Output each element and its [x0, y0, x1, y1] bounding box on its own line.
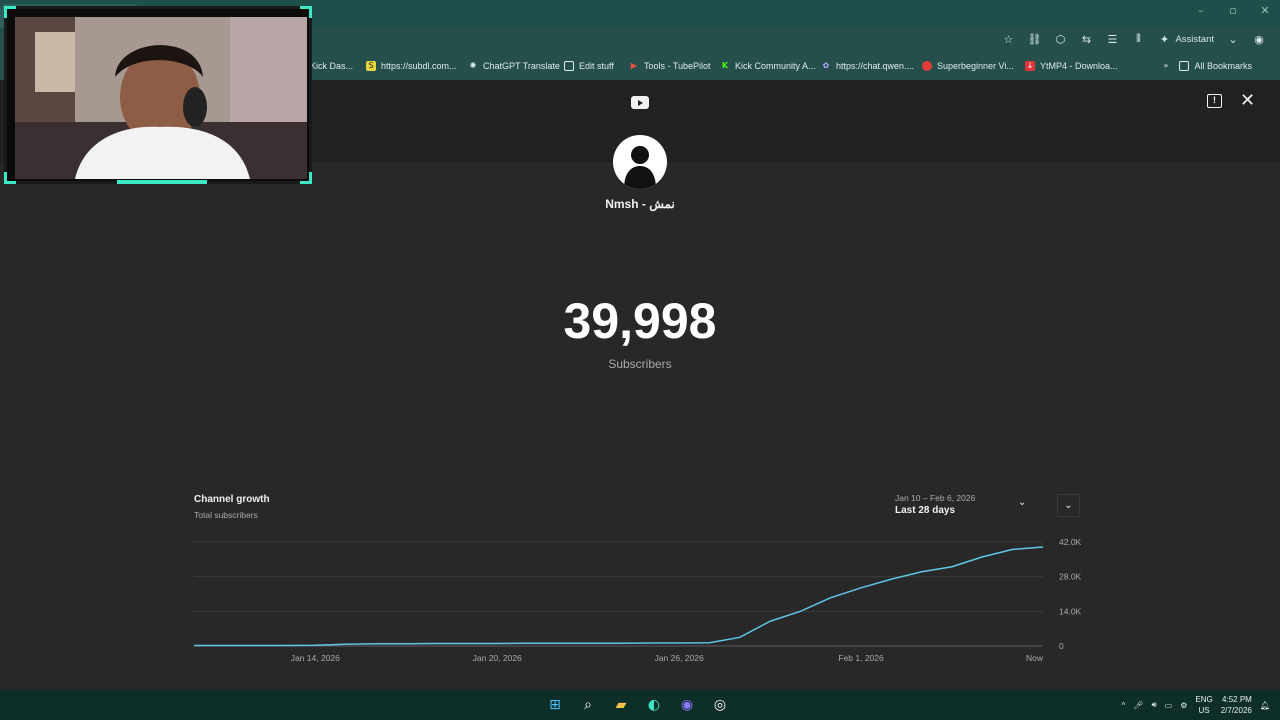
- bookmark-item[interactable]: Superbeginner Vi...: [922, 61, 1014, 71]
- bookmark-item[interactable]: S https://subdl.com...: [366, 61, 457, 71]
- webcam-overlay: [4, 6, 312, 184]
- y-tick-label: 42.0K: [1059, 537, 1082, 547]
- superbeginner-icon: [922, 61, 932, 71]
- x-tick-label: Jan 20, 2026: [473, 653, 522, 663]
- browser-window: – ▫ ✕ ☆ ⛓ ⬡ ⇆ ☰ ⦀ ✦ Assistant ⌄ ◉ Kick D…: [0, 0, 1280, 720]
- tubepilot-icon: ▶: [630, 61, 638, 70]
- kick-icon: K: [721, 61, 729, 70]
- bookmark-label: Tools - TubePilot: [644, 61, 711, 71]
- double-chevron-right-icon: »: [1163, 61, 1169, 70]
- bookmark-label: YtMP4 - Downloa...: [1040, 61, 1118, 71]
- qwen-icon: ✿: [822, 61, 830, 70]
- discord-icon[interactable]: ◉: [678, 696, 696, 714]
- language-indicator[interactable]: ENG US: [1195, 694, 1212, 716]
- menu-icon[interactable]: ☰: [1105, 32, 1119, 46]
- bookmark-item[interactable]: ▶ Tools - TubePilot: [629, 61, 711, 71]
- bookmark-label: Superbeginner Vi...: [937, 61, 1014, 71]
- chevron-down-icon[interactable]: ⌄: [1226, 32, 1240, 46]
- settings-icon[interactable]: ⚙: [1180, 701, 1187, 710]
- microphone-icon[interactable]: 🎤︎: [1133, 701, 1143, 710]
- profile-icon[interactable]: ◉: [1252, 32, 1266, 46]
- y-tick-label: 14.0K: [1059, 606, 1082, 616]
- bookmark-label: Kick Community A...: [735, 61, 816, 71]
- lang-code: ENG: [1195, 695, 1213, 704]
- extension-icon[interactable]: ⬡: [1053, 32, 1067, 46]
- x-tick-label: Now: [1026, 653, 1044, 663]
- all-bookmarks-button[interactable]: All Bookmarks: [1179, 61, 1252, 71]
- ytmp4-icon: ↓: [1025, 61, 1035, 71]
- folder-icon: [564, 61, 574, 71]
- maximize-button[interactable]: ▫: [1226, 4, 1240, 17]
- x-tick-label: Jan 26, 2026: [655, 653, 704, 663]
- bookmarks-folder-icon: [1179, 61, 1190, 71]
- subdl-icon: S: [366, 61, 376, 71]
- search-icon[interactable]: ⌕: [579, 696, 597, 714]
- audio-icon[interactable]: ⦀: [1131, 32, 1145, 46]
- y-tick-label: 0: [1059, 641, 1064, 651]
- clock-time: 4:52 PM: [1222, 695, 1252, 704]
- obs-icon[interactable]: ◎: [711, 696, 729, 714]
- bookmark-label: https://chat.qwen....: [836, 61, 915, 71]
- edge-browser-icon[interactable]: ◐: [645, 696, 663, 714]
- link-icon[interactable]: ⛓: [1027, 32, 1041, 46]
- x-tick-label: Feb 1, 2026: [838, 653, 884, 663]
- more-bookmarks-button[interactable]: »: [1161, 61, 1171, 71]
- bookmark-item[interactable]: ✿ https://chat.qwen....: [821, 61, 914, 71]
- clock-date: 2/7/2026: [1220, 706, 1252, 715]
- bookmark-item[interactable]: Edit stuff: [564, 61, 614, 71]
- clock[interactable]: 4:52 PM 2/7/2026: [1221, 694, 1252, 716]
- y-tick-label: 28.0K: [1059, 572, 1082, 582]
- bookmark-item[interactable]: ✺ ChatGPT Translate: [468, 61, 560, 71]
- assistant-label: Assistant: [1175, 33, 1214, 45]
- file-explorer-icon[interactable]: ▰: [612, 696, 630, 714]
- translate-icon[interactable]: ⇆: [1079, 32, 1093, 46]
- bookmark-label: ChatGPT Translate: [483, 61, 560, 71]
- star-icon[interactable]: ☆: [1001, 32, 1015, 46]
- series-line[interactable]: [194, 546, 1044, 647]
- assistant-icon: ✦: [1159, 32, 1170, 46]
- volume-icon[interactable]: 🔊︎: [1152, 700, 1157, 710]
- bookmark-item[interactable]: ↓ YtMP4 - Downloa...: [1025, 61, 1118, 71]
- all-bookmarks-label: All Bookmarks: [1194, 61, 1252, 71]
- bookmark-item[interactable]: K Kick Community A...: [720, 61, 816, 71]
- region-code: US: [1198, 706, 1210, 715]
- bookmark-item[interactable]: Kick Das...: [310, 61, 353, 71]
- bookmark-label: Edit stuff: [579, 61, 614, 71]
- minimize-button[interactable]: –: [1194, 4, 1208, 17]
- bookmark-label: https://subdl.com...: [381, 61, 457, 71]
- taskbar: ⊞ ⌕ ▰ ◐ ◉ ◎ ^ 🎤︎ 🔊︎ ▭ ⚙ ENG US 4:52 PM 2…: [0, 690, 1280, 720]
- close-window-button[interactable]: ✕: [1258, 4, 1272, 17]
- notification-bell-icon[interactable]: 🔔︎: [1260, 701, 1270, 710]
- windows-start-icon[interactable]: ⊞: [546, 696, 564, 714]
- network-icon[interactable]: ▭: [1165, 701, 1173, 710]
- webcam-video: [15, 17, 307, 179]
- assistant-button[interactable]: ✦ Assistant: [1157, 32, 1214, 46]
- chevron-up-icon[interactable]: ^: [1122, 701, 1126, 710]
- chatgpt-icon: ✺: [469, 61, 477, 70]
- bookmark-label: Kick Das...: [310, 61, 354, 71]
- x-tick-label: Jan 14, 2026: [291, 653, 340, 663]
